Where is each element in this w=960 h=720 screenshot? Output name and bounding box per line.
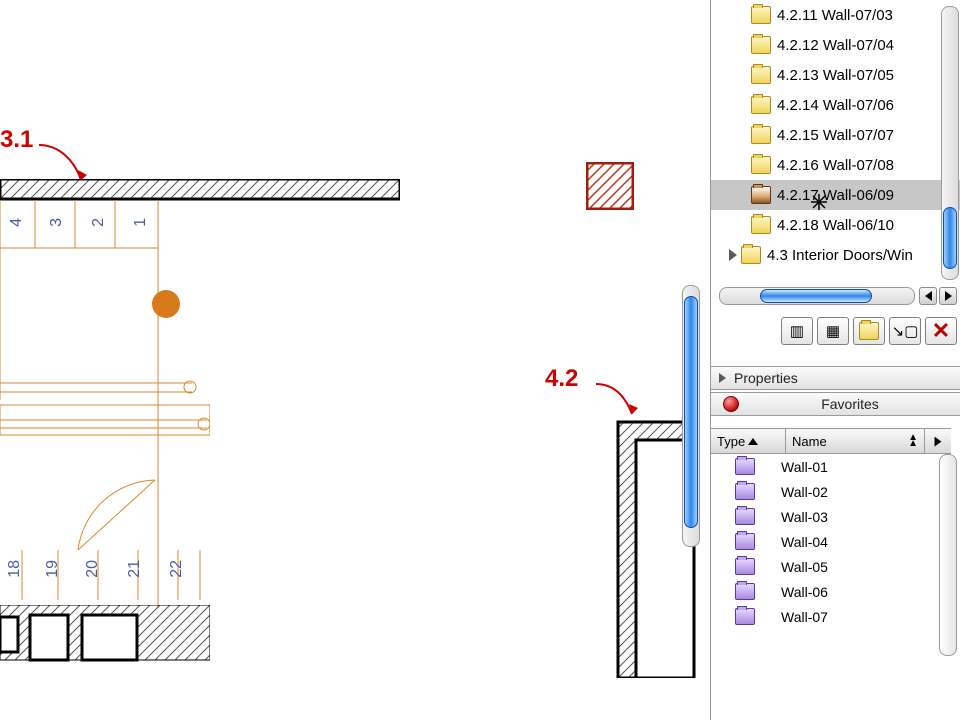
tree-item[interactable]: 4.2.11 Wall-07/03 [711,0,960,30]
tree-item[interactable]: 4.2.12 Wall-07/04 [711,30,960,60]
favorites-table-header: Type Name ▲▲ ▶ [711,428,951,454]
sort-ascending-icon [748,438,758,445]
sort-icon: ▲▲ [908,435,918,447]
wall-horizontal [0,179,400,201]
toolbar-button-delete[interactable]: ✕ [925,317,957,345]
tree-item-label: 4.3 Interior Doors/Win [767,247,913,264]
tree-item-label: 4.2.12 Wall-07/04 [777,37,894,54]
tree-item-label: 4.2.14 Wall-07/06 [777,97,894,114]
disclosure-triangle-icon[interactable] [719,373,726,383]
tree-item-label: 4.2.17 Wall-06/09 [777,187,894,204]
tree-item-label: 4.2.11 Wall-07/03 [777,7,893,24]
scroll-left-button[interactable] [919,287,937,305]
toolbar-button-folder[interactable] [853,317,885,345]
favorite-name: Wall-05 [781,559,828,575]
folder-icon [859,322,879,340]
favorites-header[interactable]: Favorites [711,392,960,416]
properties-header[interactable]: Properties [711,366,960,390]
tree-item[interactable]: 4.2.18 Wall-06/10 [711,210,960,240]
canvas-vertical-scrollbar[interactable] [682,285,700,547]
favorite-row[interactable]: Wall-05 [711,554,937,579]
favorite-row[interactable]: Wall-06 [711,579,937,604]
annotation-3-1: 3.1 [0,126,33,154]
column-overflow[interactable]: ▶ [925,429,951,453]
stair-number: 2 [90,218,108,227]
favorites-vertical-scrollbar[interactable] [939,454,957,656]
favorite-folder-icon [735,458,755,475]
tree-item-label: 4.2.15 Wall-07/07 [777,127,894,144]
stair-number: 19 [44,560,62,578]
tree-item-label: 4.2.18 Wall-06/10 [777,217,894,234]
scroll-right-button[interactable] [939,287,957,305]
toolbar-button-new[interactable]: ▦ [817,317,849,345]
toolbar-button-view[interactable]: ▥ [781,317,813,345]
side-panel: 4.2.11 Wall-07/03 4.2.12 Wall-07/04 4.2.… [710,0,960,720]
folder-icon [751,216,771,234]
tree-item-selected[interactable]: 4.2.17 Wall-06/09 [711,180,960,210]
tree-item-parent[interactable]: 4.3 Interior Doors/Win [711,240,960,270]
annotation-arrow-4-2 [592,378,642,423]
folder-icon [751,96,771,114]
favorite-folder-icon [735,558,755,575]
favorite-name: Wall-03 [781,509,828,525]
tree-vertical-scrollbar[interactable] [941,6,959,280]
panel-toolbar: ▥ ▦ ↘▢ ✕ [711,314,960,348]
column-header-type[interactable]: Type [711,429,786,453]
favorite-name: Wall-04 [781,534,828,550]
column-header-type-label: Type [717,434,745,449]
stair-number: 4 [8,218,26,227]
annotation-4-2: 4.2 [545,365,578,393]
view-tree[interactable]: 4.2.11 Wall-07/03 4.2.12 Wall-07/04 4.2.… [711,0,960,280]
stair-number: 22 [168,560,186,578]
canvas-scrollbar-thumb[interactable] [684,296,698,528]
tree-hscroll-thumb[interactable] [760,289,872,303]
red-hatch-marker [586,162,634,210]
tree-item[interactable]: 4.2.13 Wall-07/05 [711,60,960,90]
favorites-list[interactable]: Wall-01 Wall-02 Wall-03 Wall-04 Wall-05 … [711,454,937,629]
tree-item[interactable]: 4.2.16 Wall-07/08 [711,150,960,180]
wall-lower [0,605,210,665]
tree-item-label: 4.2.13 Wall-07/05 [777,67,894,84]
favorite-name: Wall-01 [781,459,828,475]
disclosure-triangle-icon[interactable] [729,249,737,261]
stair-number: 21 [126,560,144,578]
folder-icon [751,156,771,174]
favorite-folder-icon [735,508,755,525]
folder-icon [751,36,771,54]
favorite-name: Wall-06 [781,584,828,600]
tree-item-label: 4.2.16 Wall-07/08 [777,157,894,174]
favorite-name: Wall-07 [781,609,828,625]
folder-icon [751,186,771,204]
tree-item[interactable]: 4.2.15 Wall-07/07 [711,120,960,150]
favorite-folder-icon [735,583,755,600]
record-dot-icon [723,396,739,412]
folder-icon [741,246,761,264]
tree-scrollbar-thumb[interactable] [943,207,957,269]
folder-icon [751,6,771,24]
column-header-name-label: Name [792,434,827,449]
tree-item[interactable]: 4.2.14 Wall-07/06 [711,90,960,120]
stair-block [0,200,210,610]
tree-horizontal-scrollbar[interactable] [719,287,915,305]
favorite-row[interactable]: Wall-07 [711,604,937,629]
stair-number: 20 [84,560,102,578]
favorite-folder-icon [735,533,755,550]
favorite-row[interactable]: Wall-02 [711,479,937,504]
folder-icon [751,66,771,84]
favorite-row[interactable]: Wall-01 [711,454,937,479]
folder-icon [751,126,771,144]
stair-number: 3 [48,218,66,227]
stair-number: 18 [6,560,24,578]
favorite-name: Wall-02 [781,484,828,500]
stair-number: 1 [132,218,150,227]
properties-label: Properties [734,370,798,386]
favorite-folder-icon [735,483,755,500]
toolbar-button-import[interactable]: ↘▢ [889,317,921,345]
column-header-name[interactable]: Name ▲▲ [786,429,925,453]
floorplan-canvas[interactable]: 3.1 [0,0,700,720]
favorite-folder-icon [735,608,755,625]
favorites-label: Favorites [739,396,960,412]
favorite-row[interactable]: Wall-03 [711,504,937,529]
favorite-row[interactable]: Wall-04 [711,529,937,554]
